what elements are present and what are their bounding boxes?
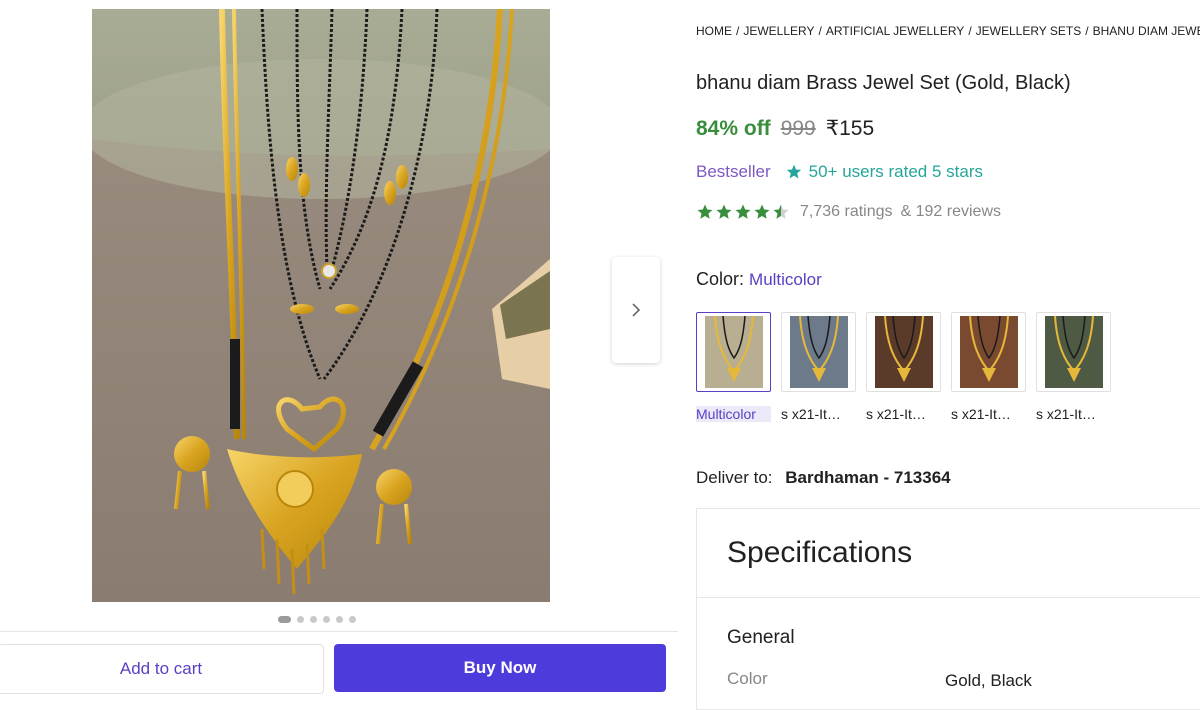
original-price: 999 (780, 117, 816, 140)
add-to-cart-button[interactable]: Add to cart (0, 644, 324, 694)
chevron-right-icon (632, 303, 641, 317)
rated-text: 50+ users rated 5 stars (808, 162, 983, 181)
price-row: 84% off 999 ₹155 (696, 116, 874, 141)
color-swatch[interactable]: s x21-It… (951, 312, 1026, 422)
rating-star-icon (716, 204, 732, 219)
reviews-count: & 192 reviews (900, 203, 1002, 220)
badge-row: Bestseller 50+ users rated 5 stars (696, 162, 983, 182)
deliver-label: Deliver to: (696, 468, 773, 487)
action-bar: Add to cart Buy Now (0, 631, 678, 703)
swatch-label: s x21-It… (781, 406, 841, 422)
jewellery-thumbnail-icon (789, 316, 848, 388)
breadcrumb-home[interactable]: HOME (696, 24, 732, 38)
image-pagination-dots (278, 616, 356, 623)
spec-section-general: General (727, 627, 795, 648)
color-selector-label: Color: Multicolor (696, 269, 822, 290)
rating-star-icon (754, 204, 770, 219)
swatch-thumbnail (696, 312, 771, 392)
color-swatch[interactable]: Multicolor (696, 312, 771, 422)
jewellery-thumbnail-icon (959, 316, 1018, 388)
pagination-dot[interactable] (349, 616, 356, 623)
breadcrumb-jewellery-sets[interactable]: JEWELLERY SETS (976, 24, 1082, 38)
star-burst-icon (786, 164, 801, 179)
breadcrumb-jewellery[interactable]: JEWELLERY (743, 24, 814, 38)
swatch-label: s x21-It… (951, 406, 1011, 422)
breadcrumb-brand[interactable]: BHANU DIAM JEWE (1093, 24, 1200, 38)
bestseller-badge: Bestseller (696, 162, 771, 181)
specifications-card: Specifications General Color Gold, Black (696, 508, 1200, 710)
selling-price: ₹155 (825, 117, 875, 140)
next-image-button[interactable] (612, 257, 660, 363)
swatch-label: Multicolor (696, 406, 771, 422)
product-title: bhanu diam Brass Jewel Set (Gold, Black) (696, 72, 1071, 94)
color-swatches: Multicolor s x21-It… s x21-It… s x21-It… s x… (696, 312, 1111, 422)
pagination-dot[interactable] (310, 616, 317, 623)
jewellery-thumbnail-icon (874, 316, 933, 388)
rated-badge: 50+ users rated 5 stars (785, 162, 983, 182)
color-label: Color: (696, 269, 745, 289)
ratings-count: 7,736 ratings (800, 203, 893, 220)
rating-star-icon (697, 204, 713, 219)
swatch-label: s x21-It… (866, 406, 926, 422)
product-image[interactable] (92, 9, 550, 602)
swatch-label: s x21-It… (1036, 406, 1096, 422)
pagination-dot[interactable] (278, 616, 291, 623)
swatch-thumbnail (1036, 312, 1111, 392)
swatch-thumbnail (866, 312, 941, 392)
delivery-location[interactable]: Bardhaman - 713364 (785, 468, 950, 487)
pagination-dot[interactable] (297, 616, 304, 623)
jewellery-thumbnail-icon (1044, 316, 1103, 388)
specifications-heading: Specifications (697, 509, 1200, 598)
rating-star-icon (735, 204, 751, 219)
rating-row[interactable]: 7,736 ratings & 192 reviews (696, 203, 1001, 221)
discount-percent: 84% off (696, 117, 771, 140)
swatch-thumbnail (951, 312, 1026, 392)
rating-stars (696, 203, 790, 221)
jewellery-thumbnail-icon (704, 316, 763, 388)
color-swatch[interactable]: s x21-It… (781, 312, 856, 422)
color-swatch[interactable]: s x21-It… (866, 312, 941, 422)
pagination-dot[interactable] (323, 616, 330, 623)
spec-key: Color (727, 669, 768, 688)
delivery-row[interactable]: Deliver to: Bardhaman - 713364 (696, 468, 951, 488)
pagination-dot[interactable] (336, 616, 343, 623)
spec-value: Gold, Black (945, 671, 1032, 690)
selected-color-value: Multicolor (749, 270, 822, 289)
swatch-thumbnail (781, 312, 856, 392)
buy-now-button[interactable]: Buy Now (334, 644, 666, 692)
breadcrumb-artificial-jewellery[interactable]: ARTIFICIAL JEWELLERY (826, 24, 965, 38)
breadcrumb: HOME / JEWELLERY / ARTIFICIAL JEWELLERY / JEWE… (696, 24, 1200, 38)
color-swatch[interactable]: s x21-It… (1036, 312, 1111, 422)
rating-star-icon (773, 204, 789, 219)
